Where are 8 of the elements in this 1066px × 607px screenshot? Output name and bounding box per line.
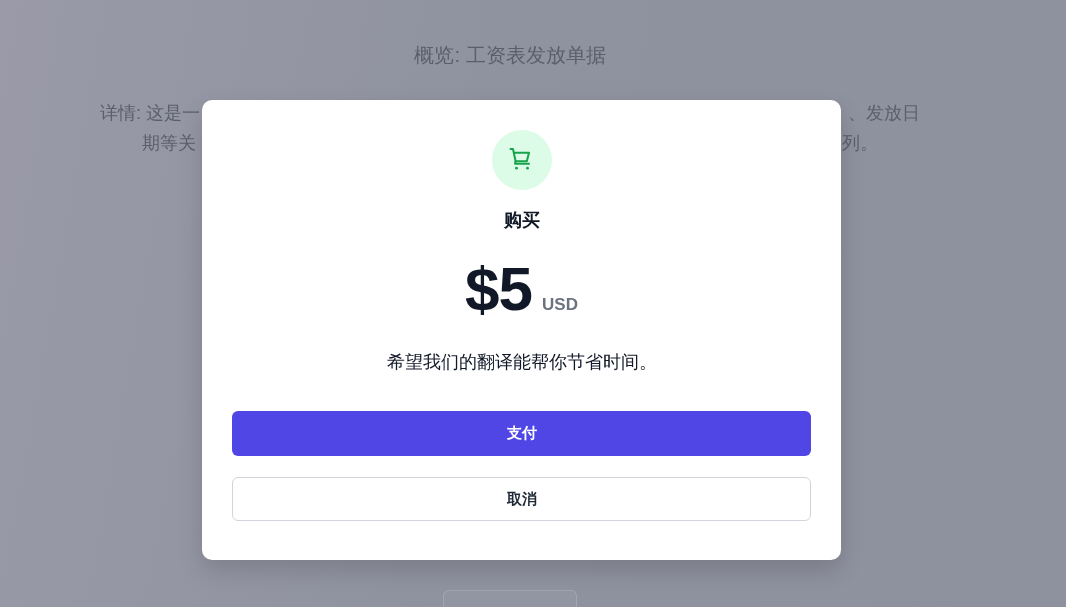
cancel-button[interactable]: 取消	[232, 477, 811, 521]
pay-button[interactable]: 支付	[232, 411, 811, 456]
details-text: 期等关	[142, 132, 196, 155]
cart-icon	[491, 130, 552, 190]
dialog-title: 购买	[503, 209, 540, 232]
currency-text: USD	[542, 295, 578, 315]
dialog-message: 希望我们的翻译能帮你节省时间。	[386, 351, 657, 374]
price-text: $5	[465, 256, 533, 322]
